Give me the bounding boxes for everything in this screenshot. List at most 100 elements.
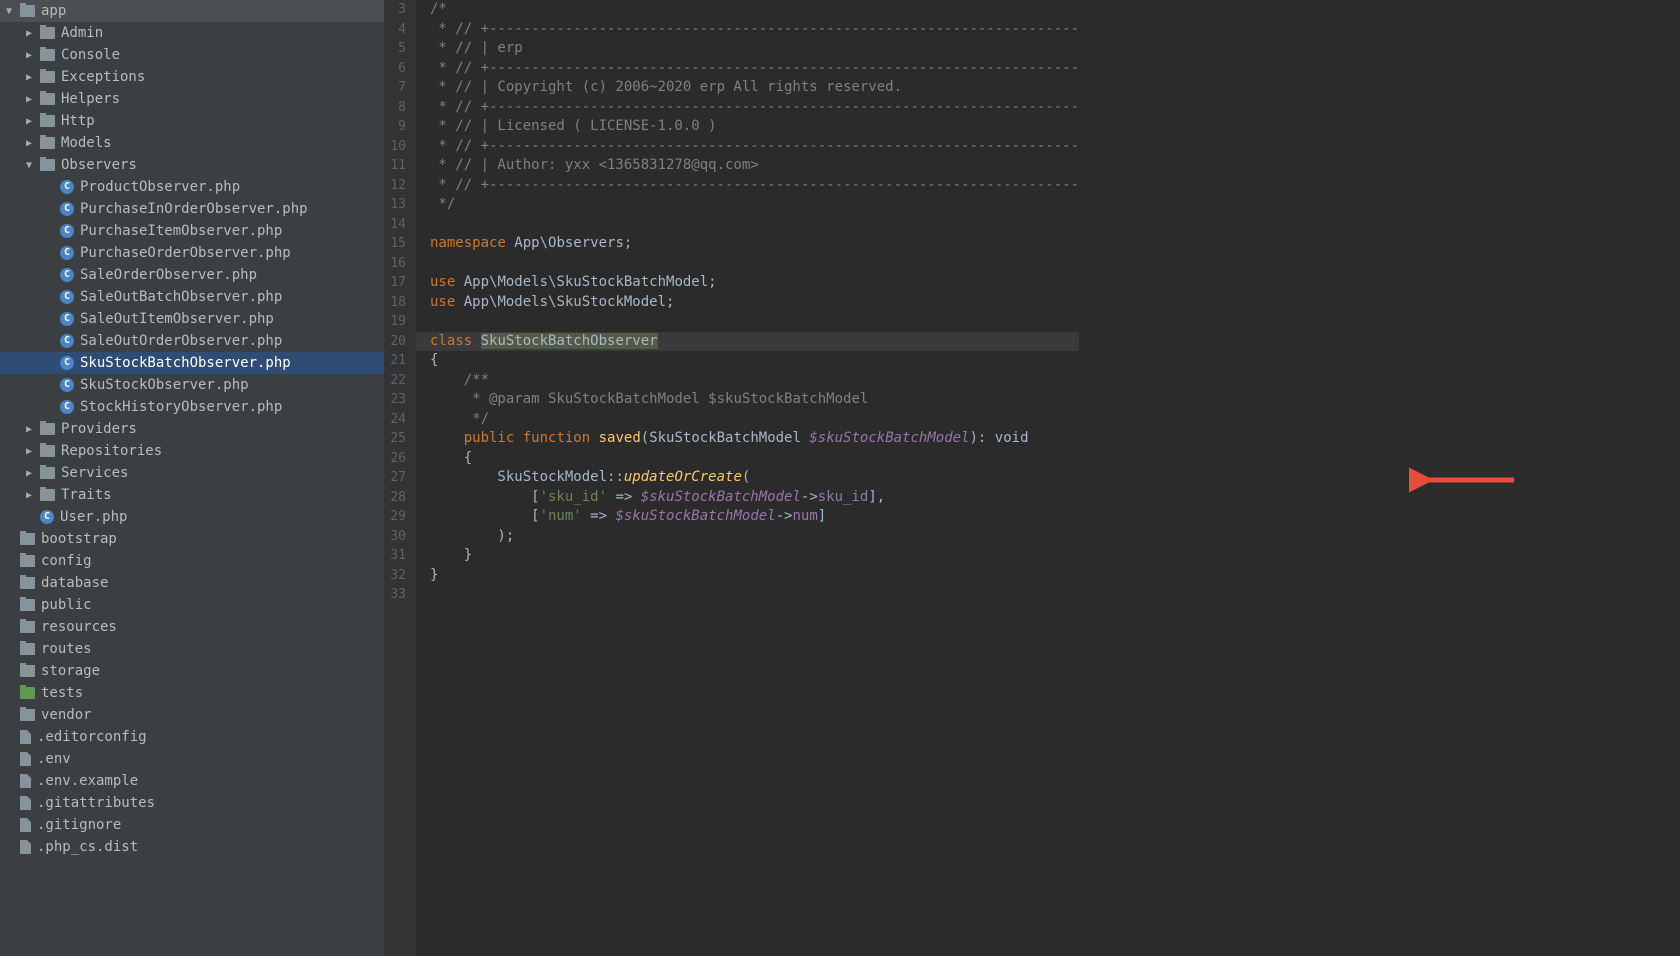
code-line[interactable] — [430, 312, 1079, 332]
code-line[interactable]: } — [430, 546, 1079, 566]
code-line[interactable] — [430, 254, 1079, 274]
tree-item-bootstrap[interactable]: bootstrap — [0, 528, 384, 550]
tree-arrow-icon[interactable] — [26, 138, 36, 149]
token-tk-punc: => — [582, 508, 616, 524]
tree-item-public[interactable]: public — [0, 594, 384, 616]
tree-item-repositories[interactable]: Repositories — [0, 440, 384, 462]
tree-item-admin[interactable]: Admin — [0, 22, 384, 44]
tree-item-vendor[interactable]: vendor — [0, 704, 384, 726]
tree-arrow-icon[interactable] — [26, 72, 36, 83]
tree-item-resources[interactable]: resources — [0, 616, 384, 638]
tree-item-saleorderobserver-php[interactable]: SaleOrderObserver.php — [0, 264, 384, 286]
code-editor[interactable]: 3456789101112131415161718192021222324252… — [384, 0, 1680, 956]
editor-code[interactable]: /* * // +-------------------------------… — [416, 0, 1079, 956]
code-line[interactable]: * // | Copyright (c) 2006~2020 erp All r… — [430, 78, 1079, 98]
code-line[interactable]: * // | erp — [430, 39, 1079, 59]
code-line[interactable]: * @param SkuStockBatchModel $skuStockBat… — [430, 390, 1079, 410]
code-line[interactable]: ['sku_id' => $skuStockBatchModel->sku_id… — [430, 488, 1079, 508]
tree-item-observers[interactable]: Observers — [0, 154, 384, 176]
code-line[interactable]: { — [430, 351, 1079, 371]
code-line[interactable]: use App\Models\SkuStockModel; — [430, 293, 1079, 313]
tree-item-traits[interactable]: Traits — [0, 484, 384, 506]
token-tk-punc: => — [607, 489, 641, 505]
code-line[interactable]: } — [430, 566, 1079, 586]
code-line[interactable]: ['num' => $skuStockBatchModel->num] — [430, 507, 1079, 527]
tree-item-tests[interactable]: tests — [0, 682, 384, 704]
tree-item-config[interactable]: config — [0, 550, 384, 572]
tree-item-app[interactable]: app — [0, 0, 384, 22]
tree-item--gitattributes[interactable]: .gitattributes — [0, 792, 384, 814]
tree-item--env-example[interactable]: .env.example — [0, 770, 384, 792]
token-tk-string: 'num' — [540, 508, 582, 524]
tree-item-skustockobserver-php[interactable]: SkuStockObserver.php — [0, 374, 384, 396]
line-number: 30 — [388, 527, 406, 547]
code-line[interactable]: */ — [430, 195, 1079, 215]
token-tk-ns: App\Models\SkuStockModel — [464, 294, 666, 310]
tree-arrow-icon[interactable] — [26, 424, 36, 435]
code-line[interactable]: * // | Author: yxx <1365831278@qq.com> — [430, 156, 1079, 176]
tree-arrow-icon[interactable] — [26, 28, 36, 39]
tree-item-providers[interactable]: Providers — [0, 418, 384, 440]
tree-item-saleoutitemobserver-php[interactable]: SaleOutItemObserver.php — [0, 308, 384, 330]
tree-arrow-icon[interactable] — [26, 94, 36, 105]
tree-arrow-icon[interactable] — [26, 160, 36, 171]
code-line[interactable]: * // | Licensed ( LICENSE-1.0.0 ) — [430, 117, 1079, 137]
code-line[interactable]: */ — [430, 410, 1079, 430]
tree-item-saleoutbatchobserver-php[interactable]: SaleOutBatchObserver.php — [0, 286, 384, 308]
tree-item-skustockbatchobserver-php[interactable]: SkuStockBatchObserver.php — [0, 352, 384, 374]
code-line[interactable]: /* — [430, 0, 1079, 20]
code-line[interactable]: use App\Models\SkuStockBatchModel; — [430, 273, 1079, 293]
class-icon — [60, 180, 74, 194]
code-line[interactable]: * // +----------------------------------… — [430, 137, 1079, 157]
tree-arrow-icon[interactable] — [26, 446, 36, 457]
tree-item-console[interactable]: Console — [0, 44, 384, 66]
tree-item-storage[interactable]: storage — [0, 660, 384, 682]
tree-arrow-icon[interactable] — [26, 468, 36, 479]
code-line[interactable]: ); — [430, 527, 1079, 547]
tree-item-models[interactable]: Models — [0, 132, 384, 154]
code-line[interactable]: * // +----------------------------------… — [430, 20, 1079, 40]
tree-item-productobserver-php[interactable]: ProductObserver.php — [0, 176, 384, 198]
tree-item-user-php[interactable]: User.php — [0, 506, 384, 528]
tree-item--env[interactable]: .env — [0, 748, 384, 770]
token-tk-comment: */ — [430, 196, 455, 212]
code-line[interactable]: /** — [430, 371, 1079, 391]
tree-item-label: .editorconfig — [37, 729, 147, 745]
token-tk-punc — [430, 411, 464, 427]
code-line[interactable] — [430, 215, 1079, 235]
tree-item-saleoutorderobserver-php[interactable]: SaleOutOrderObserver.php — [0, 330, 384, 352]
tree-item-routes[interactable]: routes — [0, 638, 384, 660]
code-line[interactable]: * // +----------------------------------… — [430, 98, 1079, 118]
code-line[interactable]: { — [430, 449, 1079, 469]
tree-item-purchaseinorderobserver-php[interactable]: PurchaseInOrderObserver.php — [0, 198, 384, 220]
code-line[interactable] — [430, 585, 1079, 605]
line-number: 13 — [388, 195, 406, 215]
tree-item-label: ProductObserver.php — [80, 179, 240, 195]
line-number: 28 — [388, 488, 406, 508]
tree-item-services[interactable]: Services — [0, 462, 384, 484]
tree-item-http[interactable]: Http — [0, 110, 384, 132]
tree-arrow-icon[interactable] — [26, 116, 36, 127]
line-number: 33 — [388, 585, 406, 605]
code-line[interactable]: public function saved(SkuStockBatchModel… — [430, 429, 1079, 449]
tree-item-purchaseitemobserver-php[interactable]: PurchaseItemObserver.php — [0, 220, 384, 242]
code-line[interactable]: * // +----------------------------------… — [430, 176, 1079, 196]
tree-arrow-icon[interactable] — [6, 6, 16, 17]
tree-item--php-cs-dist[interactable]: .php_cs.dist — [0, 836, 384, 858]
tree-item-purchaseorderobserver-php[interactable]: PurchaseOrderObserver.php — [0, 242, 384, 264]
tree-arrow-icon[interactable] — [26, 490, 36, 501]
tree-item-database[interactable]: database — [0, 572, 384, 594]
tree-item--editorconfig[interactable]: .editorconfig — [0, 726, 384, 748]
token-tk-comment: /** — [464, 372, 489, 388]
tree-item-label: Services — [61, 465, 128, 481]
tree-item-exceptions[interactable]: Exceptions — [0, 66, 384, 88]
code-line[interactable]: namespace App\Observers; — [430, 234, 1079, 254]
tree-item-stockhistoryobserver-php[interactable]: StockHistoryObserver.php — [0, 396, 384, 418]
tree-item-label: SaleOutBatchObserver.php — [80, 289, 282, 305]
code-line[interactable]: SkuStockModel::updateOrCreate( — [430, 468, 1079, 488]
code-line[interactable]: * // +----------------------------------… — [430, 59, 1079, 79]
tree-item-helpers[interactable]: Helpers — [0, 88, 384, 110]
project-sidebar[interactable]: appAdminConsoleExceptionsHelpersHttpMode… — [0, 0, 384, 956]
tree-arrow-icon[interactable] — [26, 50, 36, 61]
tree-item--gitignore[interactable]: .gitignore — [0, 814, 384, 836]
